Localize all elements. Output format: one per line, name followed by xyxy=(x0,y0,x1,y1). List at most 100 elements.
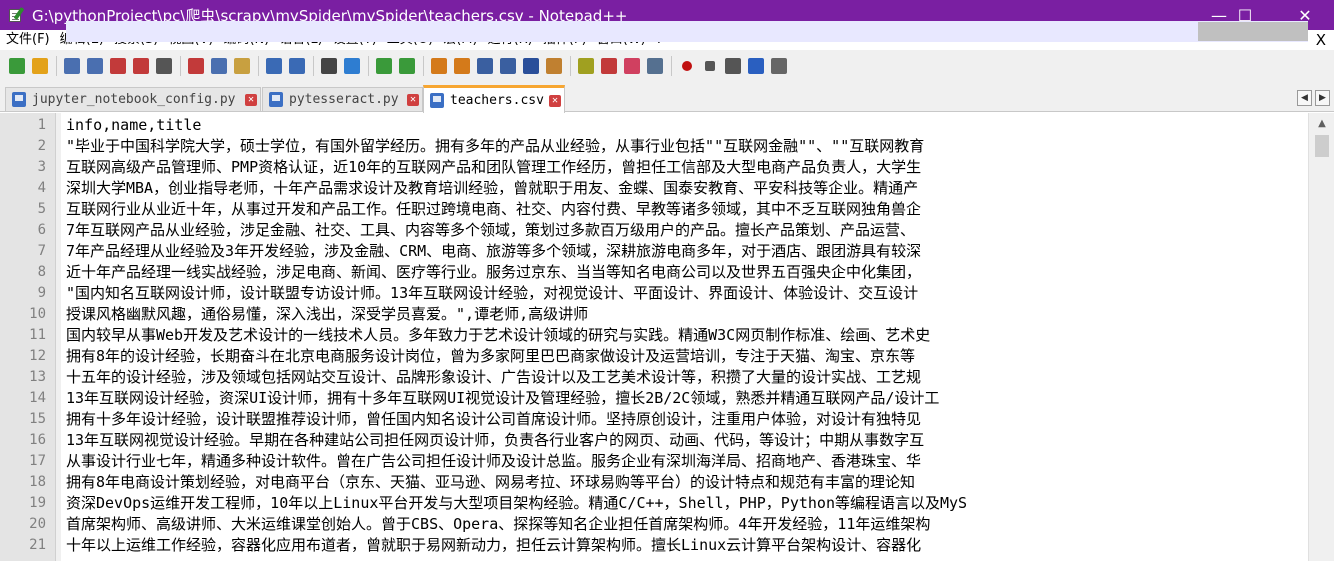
copy-icon[interactable] xyxy=(208,55,230,77)
code-line[interactable]: 拥有十多年设计经验，设计联盟推荐设计师，曾任国内知名设计公司首席设计师。坚持原创… xyxy=(66,409,921,430)
line-number: 20 xyxy=(29,516,46,532)
play-macro-icon-glyph xyxy=(725,58,741,74)
save-all-icon[interactable] xyxy=(84,55,106,77)
code-line[interactable]: "国内知名互联网设计师，设计联盟专访设计师。13年互联网设计经验，对视觉设计、平… xyxy=(66,283,918,304)
save-macro-icon[interactable] xyxy=(768,55,790,77)
doc-map-icon[interactable] xyxy=(575,55,597,77)
run-macro-multiple-icon[interactable] xyxy=(745,55,767,77)
code-line[interactable]: "毕业于中国科学院大学，硕士学位，有国外留学经历。拥有多年的产品从业经验，从事行… xyxy=(66,136,924,157)
new-file-icon[interactable] xyxy=(6,55,28,77)
indent-guide-icon[interactable] xyxy=(520,55,542,77)
code-line[interactable]: 首席架构师、高级讲师、大米运维课堂创始人。曾于CBS、Opera、探探等知名企业… xyxy=(66,514,930,535)
close-all-icon[interactable] xyxy=(130,55,152,77)
zoom-out-icon[interactable] xyxy=(396,55,418,77)
show-all-chars-icon[interactable] xyxy=(497,55,519,77)
scroll-up-arrow-icon[interactable]: ▲ xyxy=(1309,113,1334,133)
line-number: 16 xyxy=(29,432,46,448)
tab-2[interactable]: teachers.csv ✕ xyxy=(423,85,565,113)
code-line[interactable]: 从事设计行业七年，精通多种设计软件。曾在广告公司担任设计师及设计总监。服务企业有… xyxy=(66,451,921,472)
stop-macro-icon[interactable] xyxy=(699,55,721,77)
save-macro-icon-glyph xyxy=(771,58,787,74)
toolbar-separator xyxy=(56,56,57,76)
save-icon-glyph xyxy=(64,58,80,74)
menu-item-0[interactable]: 文件(F) xyxy=(0,30,54,50)
tab-scroll-right-button[interactable]: ▶ xyxy=(1315,90,1330,106)
tab-close-icon[interactable]: ✕ xyxy=(407,93,419,106)
find-icon-glyph xyxy=(321,58,337,74)
code-line[interactable]: 互联网高级产品管理师、PMP资格认证，近10年的互联网产品和团队管理工作经历，曾… xyxy=(66,157,921,178)
code-line[interactable]: 拥有8年的设计经验，长期奋斗在北京电商服务设计岗位，曾为多家阿里巴巴商家做设计及… xyxy=(66,346,915,367)
word-wrap-icon[interactable] xyxy=(474,55,496,77)
record-macro-icon[interactable] xyxy=(676,55,698,77)
current-line-highlight xyxy=(66,21,1308,42)
function-list-icon-glyph xyxy=(601,58,617,74)
replace-icon-glyph xyxy=(344,58,360,74)
code-line[interactable]: 十五年的设计经验，涉及领域包括网站交互设计、品牌形象设计、广告设计以及工艺美术设… xyxy=(66,367,921,388)
zoom-in-icon-glyph xyxy=(376,58,392,74)
cut-icon[interactable] xyxy=(185,55,207,77)
print-icon[interactable] xyxy=(153,55,175,77)
line-number: 3 xyxy=(37,159,46,175)
line-number: 21 xyxy=(29,537,46,553)
code-line[interactable]: 7年产品经理从业经验及3年开发经验，涉及金融、CRM、电商、旅游等多个领域，深耕… xyxy=(66,241,921,262)
line-number: 15 xyxy=(29,411,46,427)
close-document-button[interactable]: X xyxy=(1316,30,1326,50)
close-icon-glyph xyxy=(110,58,126,74)
word-wrap-icon-glyph xyxy=(477,58,493,74)
sync-horizontal-icon-glyph xyxy=(454,58,470,74)
code-line[interactable]: 拥有8年电商设计策划经验，对电商平台（京东、天猫、亚马逊、网易考拉、环球易购等平… xyxy=(66,472,915,493)
open-file-icon[interactable] xyxy=(29,55,51,77)
scrollbar-thumb[interactable] xyxy=(1315,135,1329,157)
close-all-icon-glyph xyxy=(133,58,149,74)
undo-icon[interactable] xyxy=(263,55,285,77)
sync-vertical-icon[interactable] xyxy=(428,55,450,77)
code-line[interactable]: 深圳大学MBA，创业指导老师，十年产品需求设计及教育培训经验，曾就职于用友、金蝶… xyxy=(66,178,918,199)
paste-icon[interactable] xyxy=(231,55,253,77)
paste-icon-glyph xyxy=(234,58,250,74)
code-line[interactable]: 授课风格幽默风趣，通俗易懂，深入浅出，深受学员喜爱。",谭老师,高级讲师 xyxy=(66,304,588,325)
toolbar xyxy=(0,50,1334,82)
print-icon-glyph xyxy=(156,58,172,74)
code-area[interactable]: 1 2 3 4 5 6 7 8 9 10 11 12 13 14 15 16 17 18 19 20 21 info,n… xyxy=(0,113,1308,561)
save-icon[interactable] xyxy=(61,55,83,77)
tab-close-icon[interactable]: ✕ xyxy=(549,94,561,107)
code-line[interactable]: 资深DevOps运维开发工程师，10年以上Linux平台开发与大型项目架构经验。… xyxy=(66,493,967,514)
function-list-icon[interactable] xyxy=(598,55,620,77)
code-line[interactable]: 近十年产品经理一线实战经验，涉足电商、新闻、医疗等行业。服务过京东、当当等知名电… xyxy=(66,262,921,283)
line-number: 18 xyxy=(29,474,46,490)
code-line[interactable]: 十年以上运维工作经验，容器化应用布道者，曾就职于易网新动力，担任云计算架构师。擅… xyxy=(66,535,921,556)
line-number: 6 xyxy=(37,222,46,238)
redo-icon-glyph xyxy=(289,58,305,74)
find-icon[interactable] xyxy=(318,55,340,77)
code-line[interactable]: 7年互联网产品从业经验，涉足金融、社交、工具、内容等多个领域，策划过多款百万级用… xyxy=(66,220,915,241)
selection-highlight xyxy=(1198,22,1308,41)
monitor-icon[interactable] xyxy=(644,55,666,77)
play-macro-icon[interactable] xyxy=(722,55,744,77)
toolbar-separator xyxy=(180,56,181,76)
user-lang-icon[interactable] xyxy=(543,55,565,77)
line-number: 13 xyxy=(29,369,46,385)
folder-workspace-icon[interactable] xyxy=(621,55,643,77)
code-line[interactable]: 13年互联网视觉设计经验。早期在各种建站公司担任网页设计师，负责各行业客户的网页… xyxy=(66,430,924,451)
line-number: 4 xyxy=(37,180,46,196)
code-line[interactable]: 互联网行业从业近十年，从事过开发和产品工作。任职过跨境电商、社交、内容付费、早教… xyxy=(66,199,921,220)
vertical-scrollbar[interactable]: ▲ xyxy=(1308,113,1334,561)
sync-horizontal-icon[interactable] xyxy=(451,55,473,77)
line-number: 10 xyxy=(29,306,46,322)
tab-label: pytesseract.py xyxy=(289,92,399,107)
tab-1[interactable]: pytesseract.py ✕ xyxy=(262,87,423,111)
file-icon xyxy=(12,92,26,107)
tab-close-icon[interactable]: ✕ xyxy=(245,93,257,106)
code-line[interactable]: info,name,title xyxy=(66,115,201,136)
redo-icon[interactable] xyxy=(286,55,308,77)
show-all-chars-icon-glyph xyxy=(500,58,516,74)
tab-scroll-left-button[interactable]: ◀ xyxy=(1297,90,1312,106)
cut-icon-glyph xyxy=(188,58,204,74)
zoom-in-icon[interactable] xyxy=(373,55,395,77)
save-all-icon-glyph xyxy=(87,58,103,74)
tab-0[interactable]: jupyter_notebook_config.py ✕ xyxy=(5,87,261,111)
close-icon[interactable] xyxy=(107,55,129,77)
code-line[interactable]: 13年互联网设计经验，资深UI设计师，拥有十多年互联网UI视觉设计及管理经验，擅… xyxy=(66,388,939,409)
replace-icon[interactable] xyxy=(341,55,363,77)
code-line[interactable]: 国内较早从事Web开发及艺术设计的一线技术人员。多年致力于艺术设计领域的研究与实… xyxy=(66,325,930,346)
